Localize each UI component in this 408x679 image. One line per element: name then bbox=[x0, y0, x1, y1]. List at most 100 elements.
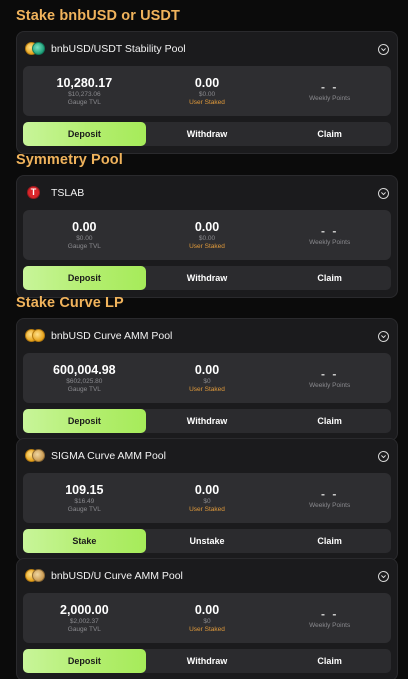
weekly-points-label: Weekly Points bbox=[309, 501, 351, 509]
user-staked-label: User Staked bbox=[189, 242, 225, 250]
pool-stats: 10,280.17 $10,273.06 Gauge TVL 0.00 $0.0… bbox=[23, 66, 391, 116]
weekly-points-stat: - - Weekly Points bbox=[268, 353, 391, 403]
user-staked-value: 0.00 bbox=[194, 602, 220, 617]
pool-name: bnbUSD/U Curve AMM Pool bbox=[51, 570, 183, 582]
weekly-points-stat: - - Weekly Points bbox=[268, 473, 391, 523]
pool-header[interactable]: bnbUSD Curve AMM Pool bbox=[23, 325, 391, 347]
deposit-button[interactable]: Deposit bbox=[23, 122, 146, 146]
gauge-tvl-stat: 109.15 $16.49 Gauge TVL bbox=[23, 473, 146, 523]
pool-actions: Deposit Withdraw Claim bbox=[23, 409, 391, 433]
user-staked-usd: $0.00 bbox=[198, 234, 216, 242]
tesla-icon bbox=[25, 185, 45, 201]
gauge-tvl-value: 600,004.98 bbox=[53, 362, 116, 377]
withdraw-button[interactable]: Withdraw bbox=[146, 266, 269, 290]
weekly-points-stat: - - Weekly Points bbox=[268, 210, 391, 260]
pool-card-bnbusd-curve: bnbUSD Curve AMM Pool 600,004.98 $602,02… bbox=[16, 318, 398, 441]
gauge-tvl-stat: 0.00 $0.00 Gauge TVL bbox=[23, 210, 146, 260]
user-staked-usd: $0.00 bbox=[198, 90, 216, 98]
bnbusd-curve-coins-icon bbox=[25, 328, 45, 344]
pool-actions: Stake Unstake Claim bbox=[23, 529, 391, 553]
user-staked-usd: $0 bbox=[203, 497, 211, 505]
user-staked-label: User Staked bbox=[189, 98, 225, 106]
user-staked-label: User Staked bbox=[189, 505, 225, 513]
weekly-points-value: - - bbox=[321, 223, 339, 238]
weekly-points-stat: - - Weekly Points bbox=[268, 593, 391, 643]
gauge-tvl-value: 0.00 bbox=[72, 219, 97, 234]
user-staked-usd: $0 bbox=[203, 377, 211, 385]
weekly-points-value: - - bbox=[321, 486, 339, 501]
gauge-tvl-label: Gauge TVL bbox=[67, 242, 101, 250]
gauge-tvl-stat: 600,004.98 $602,025.80 Gauge TVL bbox=[23, 353, 146, 403]
section-title-stake-curve-lp: Stake Curve LP bbox=[16, 295, 124, 311]
pool-actions: Deposit Withdraw Claim bbox=[23, 266, 391, 290]
section-title-symmetry-pool: Symmetry Pool bbox=[16, 152, 123, 168]
gauge-tvl-label: Gauge TVL bbox=[67, 98, 101, 106]
pool-name: SIGMA Curve AMM Pool bbox=[51, 450, 166, 462]
gauge-tvl-label: Gauge TVL bbox=[67, 505, 101, 513]
pool-card-bnbusd-u-curve: bnbUSD/U Curve AMM Pool 2,000.00 $2,002.… bbox=[16, 558, 398, 679]
pool-header[interactable]: SIGMA Curve AMM Pool bbox=[23, 445, 391, 467]
gauge-tvl-value: 10,280.17 bbox=[56, 75, 113, 90]
pool-actions: Deposit Withdraw Claim bbox=[23, 649, 391, 673]
gauge-tvl-stat: 10,280.17 $10,273.06 Gauge TVL bbox=[23, 66, 146, 116]
user-staked-value: 0.00 bbox=[194, 75, 220, 90]
pool-stats: 109.15 $16.49 Gauge TVL 0.00 $0 User Sta… bbox=[23, 473, 391, 523]
gauge-tvl-value: 2,000.00 bbox=[60, 602, 109, 617]
gauge-tvl-usd: $10,273.06 bbox=[68, 90, 101, 98]
pool-header[interactable]: TSLAB bbox=[23, 182, 391, 204]
sigma-curve-coins-icon bbox=[25, 448, 45, 464]
gauge-tvl-usd: $602,025.80 bbox=[66, 377, 103, 385]
claim-button[interactable]: Claim bbox=[268, 266, 391, 290]
staking-page: Stake bnbUSD or USDT bnbUSD/USDT Stabili… bbox=[0, 0, 408, 679]
weekly-points-label: Weekly Points bbox=[309, 621, 351, 629]
pool-card-bnbusd-usdt: bnbUSD/USDT Stability Pool 10,280.17 $10… bbox=[16, 31, 398, 154]
pool-stats: 0.00 $0.00 Gauge TVL 0.00 $0.00 User Sta… bbox=[23, 210, 391, 260]
pool-card-tslab: TSLAB 0.00 $0.00 Gauge TVL 0.00 $0.00 Us… bbox=[16, 175, 398, 298]
user-staked-label: User Staked bbox=[189, 625, 225, 633]
user-staked-stat: 0.00 $0 User Staked bbox=[146, 593, 269, 643]
gauge-tvl-value: 109.15 bbox=[65, 482, 104, 497]
pool-stats: 2,000.00 $2,002.37 Gauge TVL 0.00 $0 Use… bbox=[23, 593, 391, 643]
weekly-points-stat: - - Weekly Points bbox=[268, 66, 391, 116]
deposit-button[interactable]: Deposit bbox=[23, 409, 146, 433]
gauge-tvl-usd: $0.00 bbox=[76, 234, 93, 242]
gauge-tvl-label: Gauge TVL bbox=[67, 625, 101, 633]
user-staked-stat: 0.00 $0.00 User Staked bbox=[146, 210, 269, 260]
unstake-button[interactable]: Unstake bbox=[146, 529, 269, 553]
user-staked-stat: 0.00 $0 User Staked bbox=[146, 353, 269, 403]
bnbusd-u-curve-coins-icon bbox=[25, 568, 45, 584]
pool-card-sigma-curve: SIGMA Curve AMM Pool 109.15 $16.49 Gauge… bbox=[16, 438, 398, 561]
withdraw-button[interactable]: Withdraw bbox=[146, 409, 269, 433]
gauge-tvl-label: Gauge TVL bbox=[67, 385, 101, 393]
user-staked-usd: $0 bbox=[203, 617, 211, 625]
pool-header[interactable]: bnbUSD/U Curve AMM Pool bbox=[23, 565, 391, 587]
pool-name: bnbUSD/USDT Stability Pool bbox=[51, 43, 186, 55]
weekly-points-label: Weekly Points bbox=[309, 238, 351, 246]
weekly-points-label: Weekly Points bbox=[309, 381, 351, 389]
withdraw-button[interactable]: Withdraw bbox=[146, 122, 269, 146]
deposit-button[interactable]: Deposit bbox=[23, 266, 146, 290]
weekly-points-value: - - bbox=[321, 79, 339, 94]
chevron-down-icon[interactable] bbox=[378, 330, 389, 342]
pool-name: bnbUSD Curve AMM Pool bbox=[51, 330, 173, 342]
pool-header[interactable]: bnbUSD/USDT Stability Pool bbox=[23, 38, 391, 60]
gauge-tvl-usd: $16.49 bbox=[74, 497, 95, 505]
claim-button[interactable]: Claim bbox=[268, 409, 391, 433]
user-staked-value: 0.00 bbox=[194, 362, 220, 377]
deposit-button[interactable]: Deposit bbox=[23, 649, 146, 673]
claim-button[interactable]: Claim bbox=[268, 529, 391, 553]
chevron-down-icon[interactable] bbox=[378, 450, 389, 462]
user-staked-value: 0.00 bbox=[194, 482, 220, 497]
bnbusd-usdt-coins-icon bbox=[25, 41, 45, 57]
user-staked-stat: 0.00 $0.00 User Staked bbox=[146, 66, 269, 116]
chevron-down-icon[interactable] bbox=[378, 570, 389, 582]
user-staked-stat: 0.00 $0 User Staked bbox=[146, 473, 269, 523]
claim-button[interactable]: Claim bbox=[268, 122, 391, 146]
chevron-down-icon[interactable] bbox=[378, 43, 389, 55]
pool-name: TSLAB bbox=[51, 187, 85, 199]
withdraw-button[interactable]: Withdraw bbox=[146, 649, 269, 673]
claim-button[interactable]: Claim bbox=[268, 649, 391, 673]
weekly-points-value: - - bbox=[321, 606, 339, 621]
stake-button[interactable]: Stake bbox=[23, 529, 146, 553]
chevron-down-icon[interactable] bbox=[378, 187, 389, 199]
